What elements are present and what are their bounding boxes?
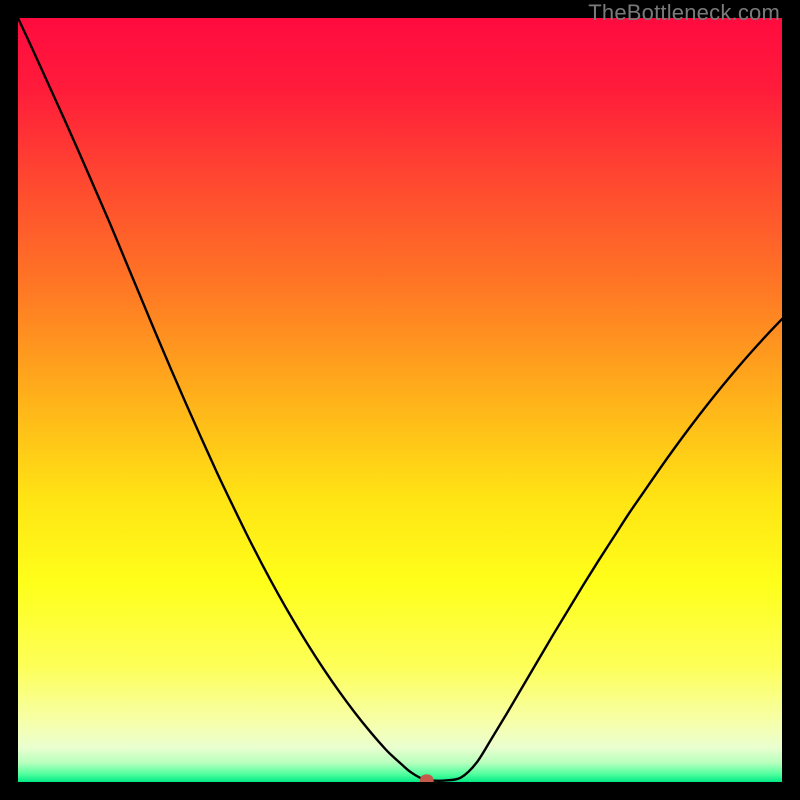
watermark: TheBottleneck.com xyxy=(588,0,780,26)
bottleneck-curve-chart xyxy=(18,18,782,782)
chart-frame: TheBottleneck.com xyxy=(0,0,800,800)
gradient-background xyxy=(18,18,782,782)
